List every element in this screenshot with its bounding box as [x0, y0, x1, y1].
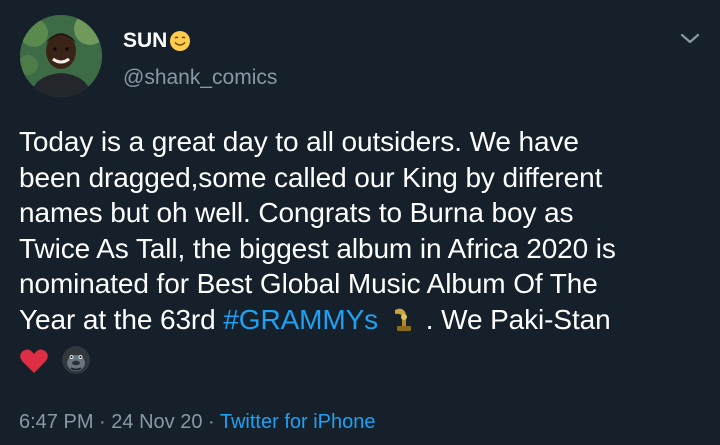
tweet-emoji-line — [19, 344, 709, 384]
tweet-time[interactable]: 6:47 PM — [19, 411, 93, 433]
tweet-line: been dragged,some called our King by dif… — [19, 161, 603, 193]
author-display-name[interactable]: SUN — [123, 29, 191, 53]
red-heart-emoji-icon — [19, 347, 49, 384]
tweet-text-segment: . We Paki-Stan — [418, 303, 611, 335]
hashtag-link[interactable]: #GRAMMYs — [223, 304, 378, 335]
tweet-line: Twice As Tall, the biggest album in Afri… — [19, 232, 616, 264]
separator-dot: · — [202, 411, 220, 433]
avatar-photo — [20, 15, 102, 97]
tweet-line: names but oh well. Congrats to Burna boy… — [19, 197, 574, 229]
tweet-text: Today is a great day to all outsiders. W… — [19, 124, 709, 383]
avatar[interactable] — [20, 15, 102, 97]
smiling-face-emoji-icon — [169, 30, 191, 52]
tweet-date[interactable]: 24 Nov 20 — [111, 411, 202, 433]
chevron-down-icon[interactable] — [679, 31, 701, 47]
tweet-line: Year at the 63rd #GRAMMYs . We Paki-Stan — [19, 302, 709, 342]
tweet-metadata: 6:47 PM · 24 Nov 20 · Twitter for iPhone — [19, 411, 375, 434]
gorilla-emoji-icon — [61, 345, 91, 384]
tweet-text-segment: Year at the 63rd — [19, 303, 224, 335]
tweet-source-link[interactable]: Twitter for iPhone — [220, 411, 376, 433]
display-name-text: SUN — [123, 29, 168, 52]
tweet-line: Today is a great day to all outsiders. W… — [19, 126, 579, 157]
author-handle[interactable]: @shank_comics — [123, 66, 277, 90]
tweet-line: nominated for Best Global Music Album Of… — [19, 268, 598, 300]
gramophone-trophy-emoji-icon — [392, 306, 414, 342]
separator-dot: · — [93, 411, 112, 433]
